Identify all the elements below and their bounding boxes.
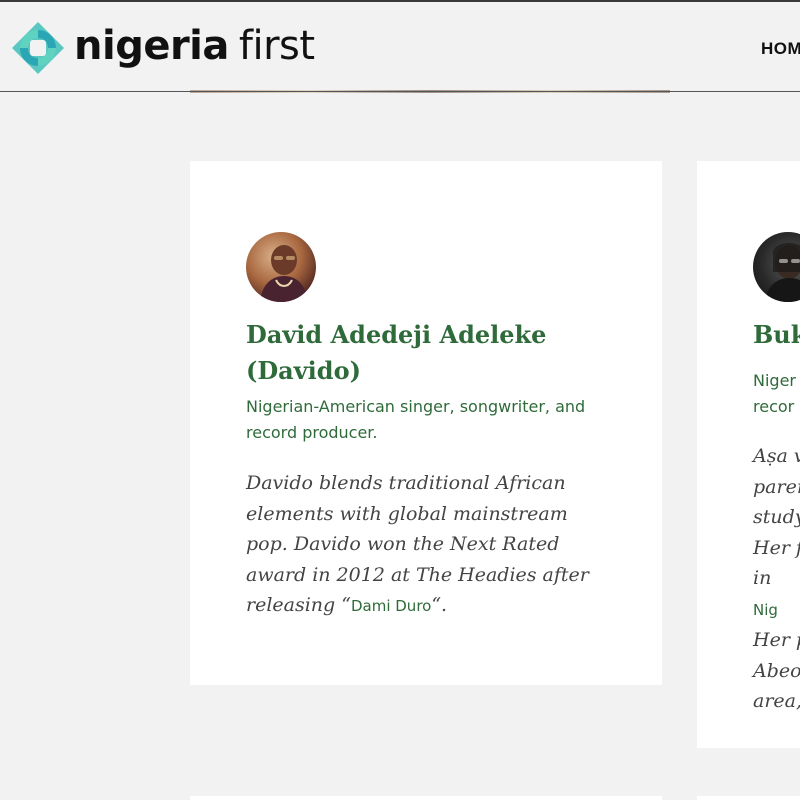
bio-line: Abeo (753, 659, 800, 682)
bio-link[interactable]: Nig (753, 601, 778, 619)
profile-card: David Adedeji Adeleke (Davido) Nigerian-… (190, 161, 662, 685)
profile-card-next (190, 796, 662, 800)
person-bio: Davido blends traditional African elemen… (246, 468, 591, 622)
person-name: David Adedeji Adeleke (Davido) (246, 320, 547, 385)
portrait-image (260, 245, 308, 302)
bio-line: area, (753, 690, 800, 712)
bio-line: in (753, 567, 772, 589)
bio-end: “. (431, 594, 448, 616)
avatar (753, 232, 800, 302)
logo-wordmark[interactable]: nigeria first (74, 22, 315, 70)
bio-text: Davido blends traditional African elemen… (246, 472, 589, 616)
bio-line: Her p (753, 629, 800, 651)
bio-line: Her f (753, 536, 800, 559)
nav-home-link[interactable]: HOM (761, 39, 800, 59)
portrait-image (765, 243, 800, 302)
profile-card: Buk Niger recor Aṣa v parer study Her f … (697, 161, 800, 748)
bio-line: study (753, 506, 800, 528)
person-role: Nigerian-American singer, songwriter, an… (246, 397, 586, 442)
bio-line-with-link: in Nig (753, 563, 800, 625)
role-line: recor (753, 397, 795, 416)
bio-line: parer (753, 475, 800, 498)
person-bio: Aṣa v parer study Her f in Nig Her p Abe… (753, 441, 800, 717)
person-role: Niger recor (753, 368, 800, 420)
nigeria-first-logo-icon[interactable] (8, 18, 68, 78)
logo-word-nigeria: nigeria (74, 23, 229, 69)
role-line: Niger (753, 371, 796, 390)
avatar (246, 232, 316, 302)
logo-word-first: first (238, 23, 315, 69)
site-header: nigeria first HOM (0, 2, 800, 92)
header-divider (0, 91, 800, 92)
person-name: Buk (753, 320, 800, 349)
bio-line: Aṣa v (753, 445, 800, 467)
bio-link-dami-duro[interactable]: Dami Duro (351, 597, 431, 615)
profile-card-next (697, 796, 800, 800)
